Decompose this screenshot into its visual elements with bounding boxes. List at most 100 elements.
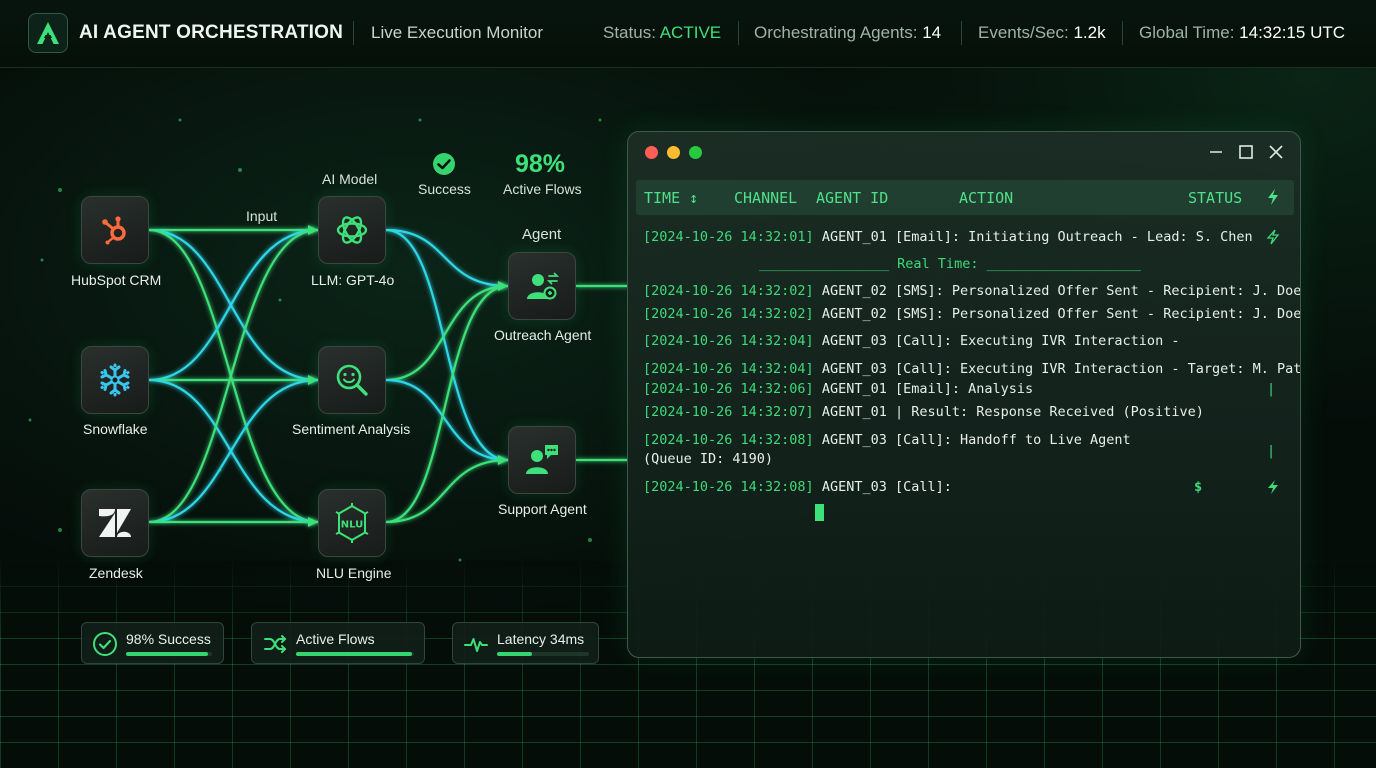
source-node-zendesk[interactable] — [81, 489, 149, 557]
log-line: [2024-10-26 14:32:06] AGENT_01 [Email]: … — [643, 381, 1034, 397]
header-divider — [353, 21, 354, 45]
success-label: Success — [418, 181, 471, 197]
stat-bar-fill — [126, 652, 208, 656]
shuffle-icon — [264, 635, 287, 653]
column-agent-id[interactable]: AGENT ID — [816, 189, 888, 207]
agent-node-support[interactable] — [508, 426, 576, 494]
status-pipe: | — [1267, 381, 1276, 397]
ai-model-label: AI Model — [322, 171, 378, 187]
logo-a-icon — [37, 22, 59, 44]
page-subtitle: Live Execution Monitor — [371, 23, 543, 42]
success-check-icon — [433, 153, 455, 175]
header-divider — [961, 21, 962, 45]
flow-line — [385, 284, 509, 524]
bolt-icon — [1268, 480, 1278, 494]
stat-bar — [126, 652, 212, 656]
input-label: Input — [246, 208, 278, 224]
agents-label: Orchestrating Agents: — [754, 23, 918, 42]
status-value: ACTIVE — [659, 23, 722, 42]
agent-node-outreach[interactable] — [508, 252, 576, 320]
events-label: Events/Sec: — [978, 23, 1069, 42]
source-label: Snowflake — [83, 421, 148, 437]
column-status[interactable]: STATUS — [1188, 189, 1242, 207]
column-channel[interactable]: CHANNEL — [734, 189, 797, 207]
events-value: 1.2k — [1073, 23, 1106, 42]
model-node-sentiment[interactable] — [318, 346, 386, 414]
global-time: Global Time: 14:32:15 UTC — [1139, 23, 1345, 43]
column-time-label: TIME — [644, 189, 681, 207]
header-divider — [738, 21, 739, 45]
flow-line — [148, 378, 319, 524]
source-label: Zendesk — [89, 565, 143, 581]
model-node-nlu[interactable]: NLU — [318, 489, 386, 557]
log-line: [2024-10-26 14:32:02] AGENT_02 [SMS]: Pe… — [643, 283, 1301, 299]
flow-line — [148, 228, 319, 382]
hubspot-icon — [102, 216, 126, 245]
maximize-dot[interactable] — [689, 146, 702, 159]
stat-chip-flows: Active Flows — [251, 622, 425, 664]
status-indicator: Status: ACTIVE — [603, 23, 721, 43]
flow-line — [385, 458, 509, 524]
stat-bar-fill — [296, 652, 412, 656]
close-icon[interactable] — [1266, 142, 1286, 162]
agent-label-item: Outreach Agent — [494, 327, 592, 343]
nlu-chip-icon: NLU — [335, 503, 369, 543]
check-circle-icon — [93, 632, 117, 656]
stat-chip-success: 98% Success — [81, 622, 224, 664]
source-node-hubspot[interactable] — [81, 196, 149, 264]
terminal-cursor[interactable] — [815, 504, 824, 521]
model-label: LLM: GPT-4o — [311, 272, 395, 288]
source-label: HubSpot CRM — [71, 272, 162, 288]
dollar-prompt: $ — [1194, 479, 1203, 495]
agent-label-item: Support Agent — [498, 501, 587, 517]
source-node-snowflake[interactable] — [81, 346, 149, 414]
active-flows-label: Active Flows — [503, 181, 582, 197]
header-divider — [1122, 21, 1123, 45]
execution-terminal[interactable]: TIME ↕ CHANNEL AGENT ID ACTION STATUS [2… — [627, 131, 1301, 658]
log-line: [2024-10-26 14:32:02] AGENT_02 [SMS]: Pe… — [643, 306, 1301, 322]
header: AI AGENT ORCHESTRATION Live Execution Mo… — [0, 0, 1376, 68]
realtime-divider: ________________ Real Time: ____________… — [759, 256, 1142, 272]
log-line: [2024-10-26 14:32:04] AGENT_03 [Call]: E… — [643, 333, 1180, 349]
maximize-icon[interactable] — [1236, 142, 1256, 162]
flow-line — [385, 284, 509, 382]
minimize-icon[interactable] — [1206, 142, 1226, 162]
status-pipe: | — [1267, 443, 1276, 459]
agents-value: 14 — [922, 23, 942, 42]
stat-label: 98% Success — [126, 631, 211, 647]
log-line: [2024-10-26 14:32:01] AGENT_01 [Email]: … — [643, 229, 1253, 245]
minimize-dot[interactable] — [667, 146, 680, 159]
log-line-continuation: (Queue ID: 4190) — [643, 451, 774, 467]
sentiment-search-icon — [336, 364, 368, 396]
bolt-icon — [1266, 229, 1280, 245]
flow-line — [148, 378, 319, 524]
flow-line — [385, 378, 509, 462]
zendesk-icon — [99, 509, 131, 537]
app-logo — [28, 13, 68, 53]
snowflake-icon — [100, 363, 130, 397]
column-action[interactable]: ACTION — [959, 189, 1013, 207]
model-label: Sentiment Analysis — [292, 421, 411, 437]
stat-bar-fill — [497, 652, 532, 656]
stat-label: Latency 34ms — [497, 631, 585, 647]
stat-chip-latency: Latency 34ms — [452, 622, 599, 664]
model-label: NLU Engine — [316, 565, 392, 581]
log-line: [2024-10-26 14:32:07] AGENT_01 | Result:… — [643, 404, 1204, 420]
log-line: [2024-10-26 14:32:08] AGENT_03 [Call]: — [643, 479, 952, 495]
events-rate: Events/Sec: 1.2k — [978, 23, 1106, 43]
openai-icon — [336, 216, 368, 244]
terminal-table-header: TIME ↕ CHANNEL AGENT ID ACTION STATUS — [636, 180, 1294, 215]
close-dot[interactable] — [645, 146, 658, 159]
app-title: AI AGENT ORCHESTRATION — [79, 22, 344, 43]
outreach-agent-icon — [527, 272, 560, 300]
support-agent-icon — [526, 445, 558, 474]
active-flows-value: 98% — [515, 150, 566, 178]
svg-text:NLU: NLU — [341, 520, 364, 531]
column-time[interactable]: TIME ↕ — [644, 189, 698, 207]
bolt-icon — [1268, 189, 1278, 205]
stat-bar — [296, 652, 414, 656]
stat-label: Active Flows — [296, 631, 375, 647]
stat-bar — [497, 652, 589, 656]
flow-line — [148, 228, 319, 382]
model-node-llm[interactable] — [318, 196, 386, 264]
